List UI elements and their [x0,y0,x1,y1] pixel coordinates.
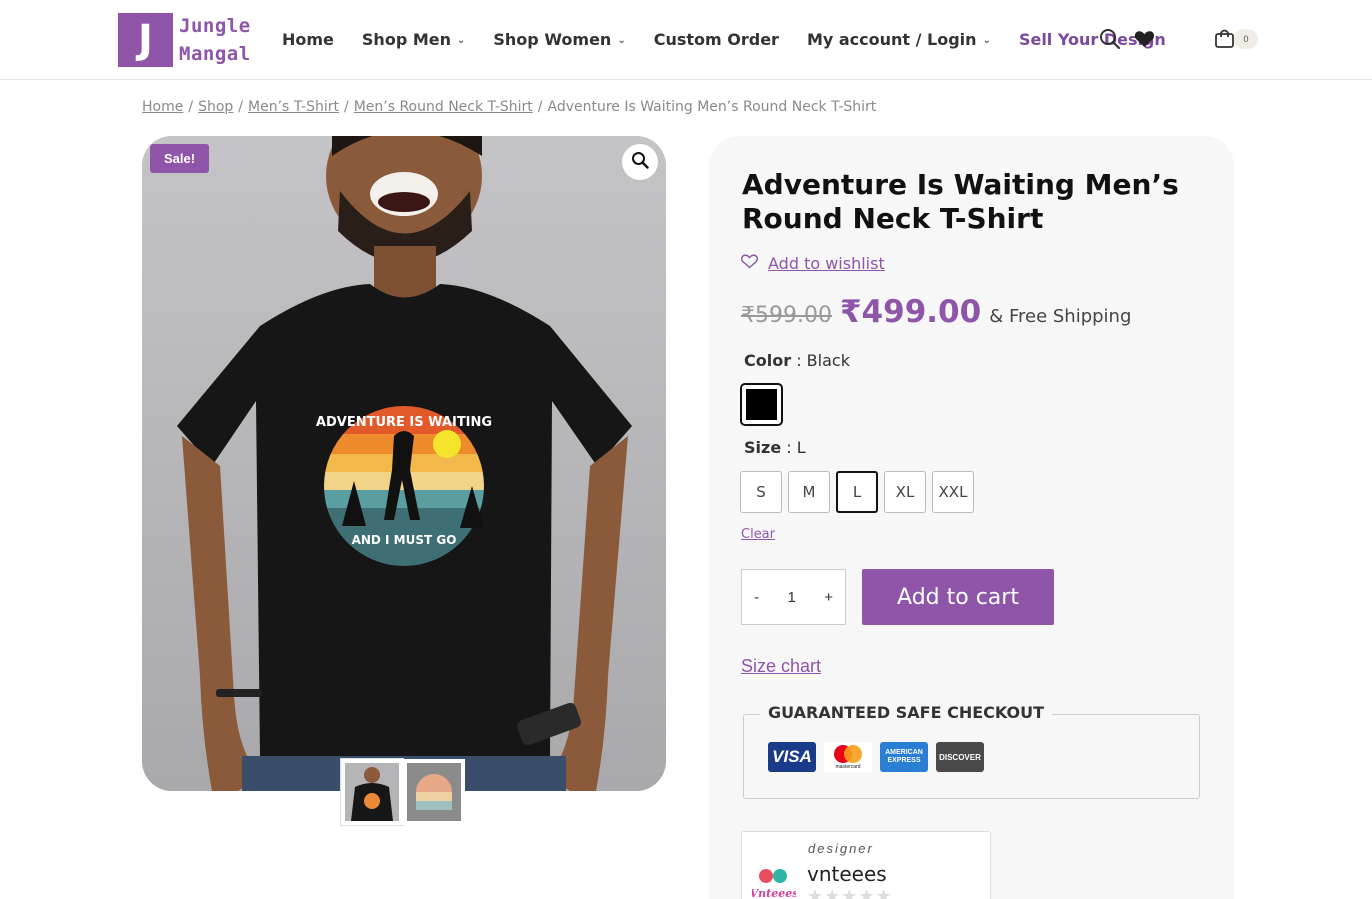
chevron-down-icon: ⌄ [457,34,466,46]
discover-icon: DISCOVER [936,742,984,772]
designer-logo: Vnteees [750,866,798,899]
thumbnail-2[interactable] [403,759,465,825]
search-icon[interactable] [1099,28,1121,55]
site-header: J Jungle Mangal Home Shop Men ⌄ Shop Wome… [0,0,1372,80]
logo-mark: J [118,13,173,67]
breadcrumb: Home / Shop / Men’s T-Shirt / Men’s Round Neck… [142,99,877,115]
site-logo[interactable]: J Jungle Mangal [118,12,251,68]
heart-icon[interactable] [1134,30,1155,53]
cart-count-badge: 0 [1234,29,1258,49]
breadcrumb-shop[interactable]: Shop [198,99,233,115]
sale-price: ₹499.00 [839,294,982,330]
designer-rating-stars: ★★★★★ [807,886,893,899]
nav-shop-women[interactable]: Shop Women ⌄ [493,30,625,49]
amex-icon: AMERICAN EXPRESS [880,742,928,772]
shirt-print-bottom: AND I MUST GO [352,533,457,547]
old-price: ₹599.00 [741,303,832,328]
designer-caption: designer [808,841,874,856]
thumbnail-1[interactable] [341,759,403,825]
wishlist-label: Add to wishlist [768,254,885,273]
nav-shop-men[interactable]: Shop Men ⌄ [362,30,465,49]
qty-input[interactable]: 1 [787,589,795,606]
size-attribute-label: Size : L [744,438,806,457]
size-chart-link[interactable]: Size chart [741,656,821,677]
nav-custom-order[interactable]: Custom Order [654,30,779,49]
heart-outline-icon [741,254,758,273]
magnifier-icon [631,151,649,174]
size-option-xl[interactable]: XL [884,471,926,513]
chevron-down-icon: ⌄ [982,34,991,46]
cart-icon[interactable] [1214,29,1235,54]
logo-line-2: Mangal [179,43,251,65]
product-image[interactable]: ADVENTURE IS WAITING AND I MUST GO [142,136,666,791]
zoom-button[interactable] [622,144,658,180]
sale-badge: Sale! [150,144,209,173]
size-options: S M L XL XXL [740,471,980,513]
size-value: L [796,438,806,457]
color-attribute-label: Color : Black [744,351,850,370]
shirt-print-top: ADVENTURE IS WAITING [316,415,492,430]
color-value: Black [806,351,850,370]
qty-increase-button[interactable]: + [824,589,833,606]
qty-decrease-button[interactable]: - [754,589,759,606]
size-option-xxl[interactable]: XXL [932,471,974,513]
logo-text: Jungle Mangal [179,12,251,68]
size-option-m[interactable]: M [788,471,830,513]
product-title: Adventure Is Waiting Men’s Round Neck T-… [742,168,1179,235]
add-to-wishlist-link[interactable]: Add to wishlist [741,254,885,273]
price: ₹599.00 ₹499.00 & Free Shipping [741,294,1131,330]
breadcrumb-home[interactable]: Home [142,99,183,115]
gallery-thumbnails [341,759,465,825]
designer-name[interactable]: vnteees [807,862,887,886]
nav-home[interactable]: Home [282,30,334,49]
shipping-note: & Free Shipping [989,306,1132,327]
breadcrumb-current: Adventure Is Waiting Men’s Round Neck T-… [547,99,877,115]
size-option-l[interactable]: L [836,471,878,513]
color-swatch-black[interactable] [740,383,783,426]
add-to-cart-button[interactable]: Add to cart [862,569,1054,625]
safe-checkout-title: GUARANTEED SAFE CHECKOUT [760,703,1053,722]
svg-text:Vnteees: Vnteees [752,887,796,899]
logo-line-1: Jungle [179,15,251,37]
mastercard-icon: mastercard [824,742,872,772]
nav-my-account[interactable]: My account / Login ⌄ [807,30,991,49]
visa-icon: VISA [768,742,816,772]
breadcrumb-round-neck[interactable]: Men’s Round Neck T-Shirt [354,99,533,115]
size-option-s[interactable]: S [740,471,782,513]
chevron-down-icon: ⌄ [617,34,626,46]
main-nav: Home Shop Men ⌄ Shop Women ⌄ Custom Order … [282,28,1194,50]
quantity-stepper: - 1 + [741,569,846,625]
breadcrumb-mens-tshirt[interactable]: Men’s T-Shirt [248,99,339,115]
clear-selection-link[interactable]: Clear [741,527,775,542]
payment-cards: VISA mastercard AMERICAN EXPRESS DISCOVE… [768,742,992,772]
